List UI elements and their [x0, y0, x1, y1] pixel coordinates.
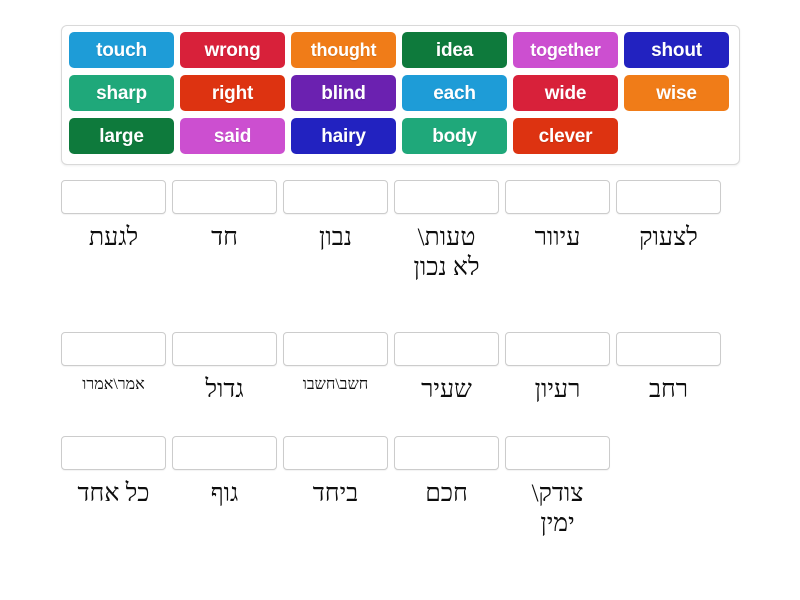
word-bank-row-3: large said hairy body clever [69, 118, 732, 154]
answer-label-amar-amru: אמר\אמרו [82, 376, 145, 393]
word-tile-blind[interactable]: blind [291, 75, 396, 111]
drop-slot-1-6[interactable] [616, 180, 721, 214]
answer-label-taut-lo-nachon: טעות\ לא נכון [413, 224, 480, 281]
drop-slot-3-3[interactable] [283, 436, 388, 470]
word-tile-large[interactable]: large [69, 118, 174, 154]
answer-cell-3-3: ביחד [283, 436, 388, 538]
answer-label-chashav-chashvu: חשב\חשבו [302, 376, 369, 393]
drop-slot-3-1[interactable] [61, 436, 166, 470]
answer-cell-2-5: רעיון [505, 332, 610, 405]
word-tile-hairy[interactable]: hairy [291, 118, 396, 154]
word-tile-touch[interactable]: touch [69, 32, 174, 68]
answer-cell-1-3: נבון [283, 180, 388, 282]
answer-cell-2-1: אמר\אמרו [61, 332, 166, 405]
answer-label-iver: עיוור [534, 224, 581, 251]
answer-cell-3-4: חכם [394, 436, 499, 538]
answer-label-tzodek-yamin: צודק\ ימין [531, 480, 584, 537]
answer-label-rachav: רחב [648, 376, 689, 403]
drop-slot-1-5[interactable] [505, 180, 610, 214]
drop-slot-3-4[interactable] [394, 436, 499, 470]
word-tile-said[interactable]: said [180, 118, 285, 154]
answer-label-litzok: לצעוק [639, 224, 698, 251]
answer-cell-1-4: טעות\ לא נכון [394, 180, 499, 282]
drop-slot-1-3[interactable] [283, 180, 388, 214]
word-tile-thought[interactable]: thought [291, 32, 396, 68]
answer-label-chacham: חכם [425, 480, 468, 507]
drop-slot-2-5[interactable] [505, 332, 610, 366]
word-tile-wise[interactable]: wise [624, 75, 729, 111]
answer-label-gadol: גדול [205, 376, 244, 403]
answer-row-1: לגעת חד נבון טעות\ לא נכון עיוור לצעוק [61, 180, 740, 282]
answer-cell-2-3: חשב\חשבו [283, 332, 388, 405]
drop-slot-2-3[interactable] [283, 332, 388, 366]
answer-label-chad: חד [211, 224, 238, 251]
word-tile-body[interactable]: body [402, 118, 507, 154]
word-bank-row-1: touch wrong thought idea together shout [69, 32, 732, 68]
word-tile-wide[interactable]: wide [513, 75, 618, 111]
answer-cell-2-2: גדול [172, 332, 277, 405]
word-bank-row-2: sharp right blind each wide wise [69, 75, 732, 111]
answer-cell-1-1: לגעת [61, 180, 166, 282]
word-tile-idea[interactable]: idea [402, 32, 507, 68]
answer-label-sair: שעיר [421, 376, 472, 403]
drop-slot-2-4[interactable] [394, 332, 499, 366]
answer-label-kol-echad: כל אחד [77, 480, 150, 507]
answer-label-navon: נבון [319, 224, 352, 251]
word-tile-wrong[interactable]: wrong [180, 32, 285, 68]
word-tile-together[interactable]: together [513, 32, 618, 68]
word-tile-right[interactable]: right [180, 75, 285, 111]
drop-slot-1-4[interactable] [394, 180, 499, 214]
answer-row-3: כל אחד גוף ביחד חכם צודק\ ימין [61, 436, 740, 538]
answer-cell-3-2: גוף [172, 436, 277, 538]
drop-slot-3-5[interactable] [505, 436, 610, 470]
answer-cell-1-2: חד [172, 180, 277, 282]
answer-cell-3-1: כל אחד [61, 436, 166, 538]
answer-cell-2-4: שעיר [394, 332, 499, 405]
drop-slot-2-2[interactable] [172, 332, 277, 366]
drop-slot-3-2[interactable] [172, 436, 277, 470]
answer-label-guf: גוף [210, 480, 239, 507]
word-tile-each[interactable]: each [402, 75, 507, 111]
drop-slot-2-6[interactable] [616, 332, 721, 366]
answer-label-lagaat: לגעת [88, 224, 139, 251]
word-tile-clever[interactable]: clever [513, 118, 618, 154]
word-bank-empty-space [624, 118, 729, 154]
answer-cell-2-6: רחב [616, 332, 721, 405]
answer-row-2: אמר\אמרו גדול חשב\חשבו שעיר רעיון רחב [61, 332, 740, 405]
answer-label-beyachad: ביחד [312, 480, 359, 507]
drop-slot-1-2[interactable] [172, 180, 277, 214]
answer-cell-3-5: צודק\ ימין [505, 436, 610, 538]
activity-stage: touch wrong thought idea together shout … [0, 0, 800, 600]
answer-cell-1-6: לצעוק [616, 180, 721, 282]
answer-label-raayon: רעיון [534, 376, 581, 403]
answer-cell-1-5: עיוור [505, 180, 610, 282]
word-tile-sharp[interactable]: sharp [69, 75, 174, 111]
word-bank: touch wrong thought idea together shout … [61, 25, 740, 165]
drop-slot-1-1[interactable] [61, 180, 166, 214]
word-tile-shout[interactable]: shout [624, 32, 729, 68]
drop-slot-2-1[interactable] [61, 332, 166, 366]
